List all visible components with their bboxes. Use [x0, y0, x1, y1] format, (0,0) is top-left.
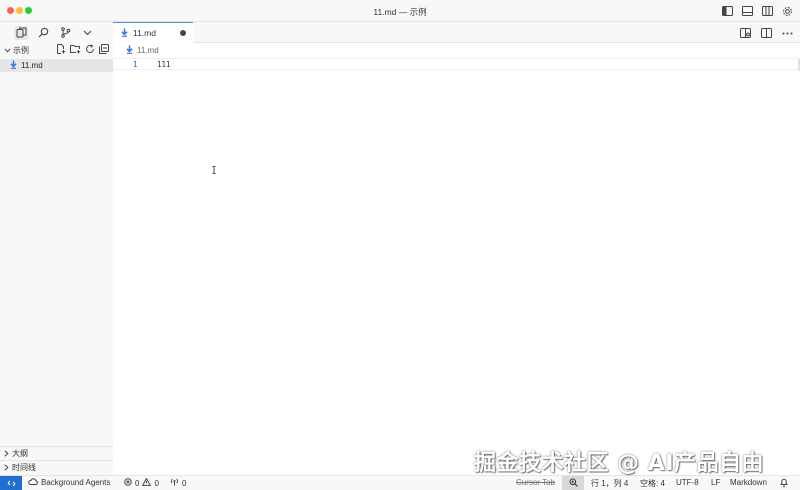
- markdown-file-icon: [126, 45, 133, 56]
- ports-antenna-icon: [170, 478, 179, 488]
- zoom-button[interactable]: [562, 476, 584, 490]
- eol-button[interactable]: LF: [711, 478, 720, 487]
- explorer-actions: [56, 44, 109, 56]
- chevron-right-icon: [4, 463, 9, 473]
- language-label: Markdown: [730, 478, 767, 487]
- unsaved-dot-icon[interactable]: [180, 30, 186, 36]
- explorer-sidebar: 示例 11.md 大纲 时间线: [0, 43, 113, 475]
- explorer-files-icon[interactable]: [14, 25, 28, 40]
- refresh-icon[interactable]: [85, 44, 95, 56]
- cursor-tab-toggle[interactable]: Cursor Tab: [516, 478, 555, 487]
- split-editor-icon[interactable]: [759, 26, 773, 40]
- timeline-section-header[interactable]: 时间线: [0, 460, 113, 474]
- breadcrumb-file[interactable]: 11.md: [137, 46, 159, 55]
- open-preview-icon[interactable]: [738, 26, 752, 40]
- editor-tab-bar: 11.md: [113, 22, 800, 43]
- indentation-button[interactable]: 空格: 4: [640, 478, 665, 489]
- activity-bar: [0, 22, 113, 43]
- encoding-label: UTF-8: [676, 478, 699, 487]
- more-actions-ellipsis-icon[interactable]: [780, 26, 794, 40]
- eol-label: LF: [711, 478, 721, 487]
- chevron-down-icon: [4, 45, 11, 55]
- timeline-label: 时间线: [12, 463, 36, 472]
- zoom-magnifier-icon: [569, 478, 578, 489]
- title-bar: 11.md — 示例: [0, 0, 800, 22]
- cursor-position-label: 行 1，列 4: [591, 479, 629, 488]
- language-mode-button[interactable]: Markdown: [730, 478, 767, 487]
- breadcrumb[interactable]: 11.md: [113, 43, 800, 58]
- error-icon: [124, 478, 132, 488]
- encoding-button[interactable]: UTF-8: [676, 478, 699, 487]
- file-label: 11.md: [21, 61, 43, 70]
- background-agents-button[interactable]: Background Agents: [28, 478, 110, 487]
- markdown-file-icon: [121, 28, 128, 39]
- text-cursor-ibeam-icon: [212, 166, 216, 174]
- collapse-all-icon[interactable]: [99, 44, 109, 56]
- outline-section-header[interactable]: 大纲: [0, 446, 113, 460]
- status-bar: Background Agents 0 0 0 Cursor Tab 行 1，列…: [0, 475, 800, 490]
- notifications-bell-icon[interactable]: [780, 478, 788, 487]
- remote-indicator-icon[interactable]: [0, 476, 22, 490]
- new-folder-icon[interactable]: [70, 44, 81, 56]
- settings-gear-icon[interactable]: [780, 4, 794, 18]
- chevron-right-icon: [4, 449, 9, 459]
- toggle-primary-sidebar-icon[interactable]: [720, 4, 734, 18]
- outline-label: 大纲: [12, 449, 28, 458]
- background-agents-label: Background Agents: [41, 478, 111, 487]
- tab-11-md[interactable]: 11.md: [113, 22, 193, 43]
- more-views-chevron-down-icon[interactable]: [80, 26, 94, 40]
- source-control-icon[interactable]: [58, 26, 72, 40]
- warning-icon: [142, 477, 152, 488]
- file-item-11-md[interactable]: 11.md: [0, 59, 113, 72]
- folder-section-header[interactable]: 示例: [0, 43, 113, 57]
- watermark: 掘金技术社区 @ AI产品自由: [474, 451, 765, 476]
- warning-count: 0: [154, 478, 159, 488]
- cursor-tab-label: Cursor Tab: [516, 478, 555, 487]
- indentation-label: 空格: 4: [640, 479, 665, 488]
- toggle-secondary-sidebar-icon[interactable]: [760, 4, 774, 18]
- editor-text-area[interactable]: 1 111: [113, 58, 800, 475]
- cloud-icon: [28, 478, 38, 487]
- window-title: 11.md — 示例: [373, 7, 427, 17]
- folder-title: 示例: [13, 45, 29, 55]
- markdown-file-icon: [10, 60, 17, 71]
- cursor-position[interactable]: 行 1，列 4: [591, 478, 628, 489]
- line-number: 1: [133, 60, 138, 69]
- toggle-panel-icon[interactable]: [740, 4, 754, 18]
- line-content[interactable]: 111: [157, 60, 171, 69]
- problems-button[interactable]: 0 0: [124, 477, 159, 488]
- error-count: 0: [135, 478, 140, 488]
- layout-controls: [720, 4, 794, 18]
- tab-label: 11.md: [133, 28, 156, 38]
- ports-button[interactable]: 0: [170, 478, 186, 488]
- ports-count: 0: [182, 478, 187, 488]
- new-file-icon[interactable]: [56, 44, 66, 56]
- editor-line[interactable]: 1 111: [113, 58, 800, 71]
- search-icon[interactable]: [36, 26, 50, 40]
- editor-actions: [738, 26, 794, 40]
